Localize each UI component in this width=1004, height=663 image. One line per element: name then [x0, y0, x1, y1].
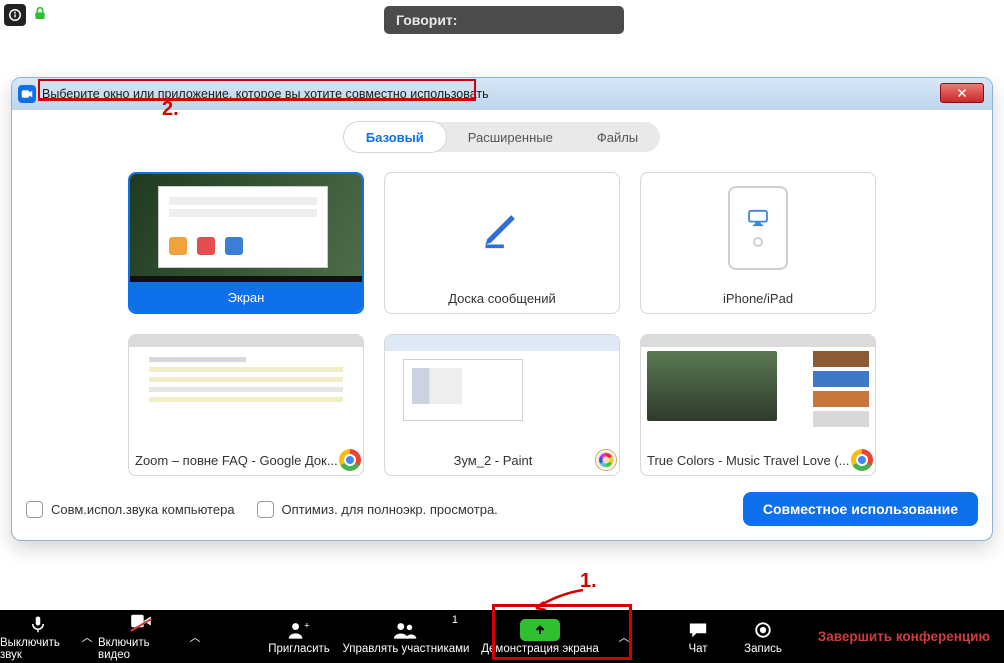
encryption-indicator: [32, 4, 48, 27]
video-options-caret[interactable]: ︿: [184, 629, 206, 645]
invite-icon: +: [287, 621, 311, 639]
lock-icon: [32, 4, 48, 22]
dialog-titlebar[interactable]: Выберите окно или приложение, которое вы…: [12, 78, 992, 110]
tab-files[interactable]: Файлы: [575, 122, 660, 152]
annotation-arrow-1: [528, 588, 588, 612]
screen-thumbnail: [130, 174, 362, 282]
tile-label: Экран: [130, 282, 362, 312]
share-button[interactable]: Совместное использование: [743, 492, 978, 526]
share-tile-app-chrome-doc[interactable]: Zoom – повне FAQ - Google Док...: [128, 334, 364, 476]
top-bar: Говорит:: [0, 0, 1004, 36]
tile-label: Zoom – повне FAQ - Google Док...: [129, 445, 363, 475]
tab-basic[interactable]: Базовый: [344, 122, 446, 152]
toolbar-share-screen[interactable]: Демонстрация экрана: [470, 610, 610, 663]
end-meeting-button[interactable]: Завершить конференцию: [818, 629, 990, 644]
phone-icon: [728, 186, 788, 270]
svg-text:+: +: [304, 621, 310, 630]
audio-options-caret[interactable]: ︿: [76, 629, 98, 645]
app-root: Говорит: Выберите окно или приложение, к…: [0, 0, 1004, 663]
paint-icon: [595, 449, 617, 471]
chrome-doc-thumbnail: [129, 335, 363, 445]
close-icon: [956, 87, 968, 99]
share-tile-screen[interactable]: Экран: [128, 172, 364, 314]
share-tile-whiteboard[interactable]: Доска сообщений: [384, 172, 620, 314]
checkbox-icon: [257, 501, 274, 518]
tile-label: Зум_2 - Paint: [385, 445, 619, 475]
chat-icon: [688, 621, 708, 639]
checkbox-share-audio[interactable]: Совм.испол.звука компьютера: [26, 501, 235, 518]
toolbar-record[interactable]: Запись: [728, 610, 798, 663]
dialog-title: Выберите окно или приложение, которое вы…: [42, 87, 489, 101]
zoom-icon: [18, 85, 36, 103]
share-tile-iphone-ipad[interactable]: iPhone/iPad: [640, 172, 876, 314]
meeting-toolbar: Выключить звук ︿ Включить видео ︿ + Приг…: [0, 610, 1004, 663]
share-tile-app-paint[interactable]: Зум_2 - Paint: [384, 334, 620, 476]
tab-segmented-control: Базовый Расширенные Файлы: [12, 122, 992, 152]
share-options-caret[interactable]: ︿: [610, 629, 638, 645]
paint-thumbnail: [385, 335, 619, 445]
toolbar-manage-participants[interactable]: Управлять участниками 1: [342, 610, 470, 663]
chevron-up-icon: ︿: [190, 629, 201, 645]
share-sources-grid: Экран Доска сообщений iPhone/iPad: [12, 172, 992, 476]
checkbox-icon: [26, 501, 43, 518]
participants-icon: [393, 621, 419, 639]
tile-label: Доска сообщений: [385, 283, 619, 313]
chevron-up-icon: ︿: [619, 629, 630, 645]
top-left-controls: [4, 4, 48, 27]
info-button[interactable]: [4, 4, 26, 26]
microphone-icon: [29, 614, 47, 634]
pencil-icon: [480, 206, 524, 250]
video-off-icon: [130, 613, 152, 634]
speaking-indicator: Говорит:: [384, 6, 624, 34]
share-screen-dialog: Выберите окно или приложение, которое вы…: [12, 78, 992, 540]
whiteboard-thumbnail: [385, 173, 619, 283]
share-tile-app-chrome-youtube[interactable]: True Colors - Music Travel Love (...: [640, 334, 876, 476]
chrome-icon: [339, 449, 361, 471]
participants-count: 1: [452, 614, 458, 626]
info-icon: [8, 8, 22, 22]
toolbar-chat[interactable]: Чат: [668, 610, 728, 663]
airplay-icon: [747, 209, 769, 227]
annotation-label-2: 2.: [162, 98, 179, 121]
youtube-thumbnail: [641, 335, 875, 445]
toolbar-start-video[interactable]: Включить видео: [98, 610, 184, 663]
tile-label: iPhone/iPad: [641, 283, 875, 313]
record-icon: [754, 621, 772, 639]
dialog-bottom-row: Совм.испол.звука компьютера Оптимиз. для…: [26, 492, 978, 526]
iphone-thumbnail: [641, 173, 875, 283]
chevron-up-icon: ︿: [82, 629, 93, 645]
tile-label: True Colors - Music Travel Love (...: [641, 445, 875, 475]
speaking-label: Говорит:: [396, 12, 457, 28]
checkbox-optimize-video[interactable]: Оптимиз. для полноэкр. просмотра.: [257, 501, 498, 518]
toolbar-invite[interactable]: + Пригласить: [256, 610, 342, 663]
close-button[interactable]: [940, 83, 984, 103]
tab-advanced[interactable]: Расширенные: [446, 122, 575, 152]
chrome-icon: [851, 449, 873, 471]
share-screen-icon: [520, 619, 560, 641]
toolbar-mute-audio[interactable]: Выключить звук: [0, 610, 76, 663]
